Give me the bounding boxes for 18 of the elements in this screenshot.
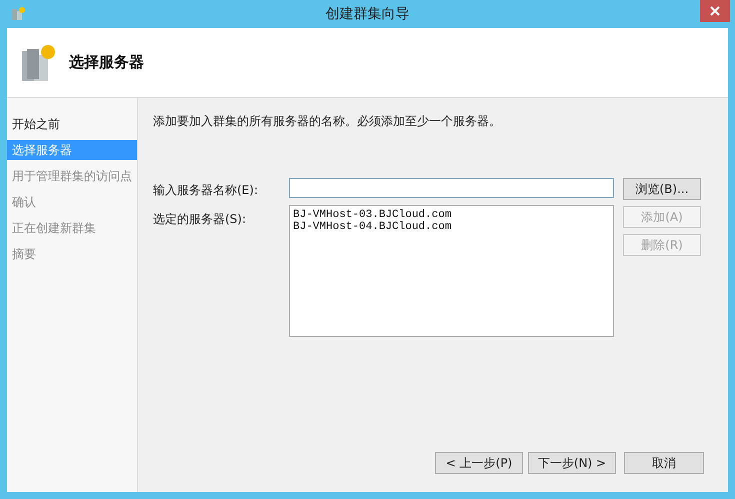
field-label: 输入服务器名称(E): (153, 182, 259, 199)
app-icon (10, 6, 26, 22)
wizard-button[interactable]: 下一步(N) > (528, 452, 616, 474)
wizard-button[interactable]: 浏览(B)... (623, 178, 701, 200)
server-icon (19, 42, 57, 82)
server-name-field[interactable] (289, 178, 614, 198)
window-title: 创建群集向导 (324, 4, 410, 24)
step-item[interactable]: 开始之前 (7, 114, 137, 134)
wizard-button[interactable]: < 上一步(P) (435, 452, 523, 474)
page-title: 选择服务器 (69, 52, 144, 74)
wizard-button[interactable]: 取消 (624, 452, 704, 474)
server-list-item[interactable]: BJ-VMHost-03.BJCloud.com (293, 209, 610, 221)
server-list-item[interactable]: BJ-VMHost-04.BJCloud.com (293, 221, 610, 233)
close-icon (710, 6, 720, 16)
description-text: 添加要加入群集的所有服务器的名称。必须添加至少一个服务器。 (153, 113, 502, 130)
close-button[interactable] (700, 0, 730, 22)
server-list[interactable]: BJ-VMHost-03.BJCloud.com BJ-VMHost-04.BJCloud.com (289, 205, 614, 337)
field-label: 选定的服务器(S): (153, 211, 248, 228)
